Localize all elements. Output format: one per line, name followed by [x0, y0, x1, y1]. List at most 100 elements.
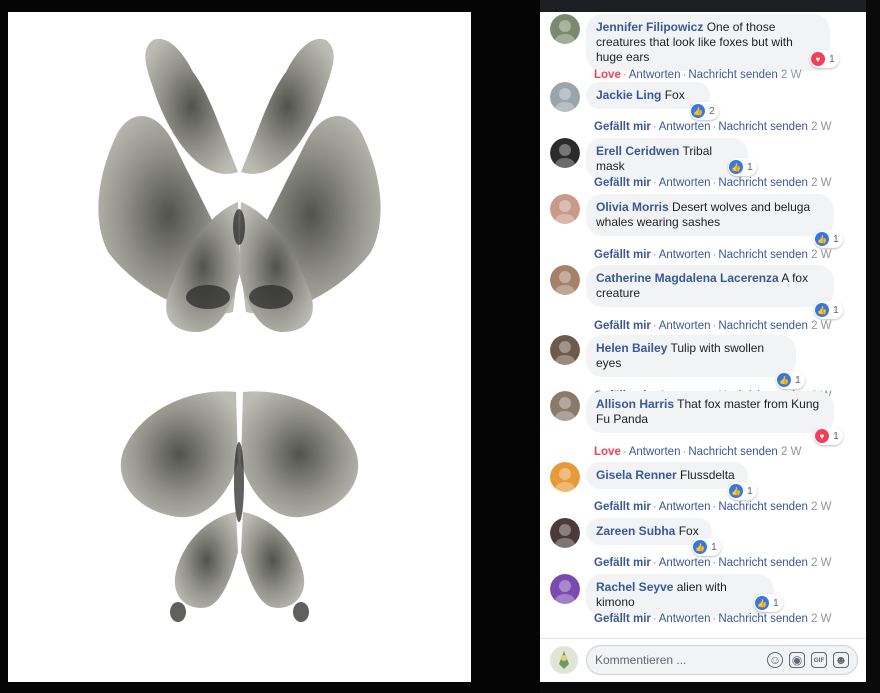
inkblot-image[interactable]: [8, 12, 471, 682]
send-message-button[interactable]: Nachricht senden: [718, 557, 808, 569]
reaction-count-badge[interactable]: ♥ 1: [814, 427, 843, 445]
comment-author-name[interactable]: Allison Harris: [596, 397, 674, 411]
reaction-count: 1: [833, 304, 839, 316]
reply-button[interactable]: Antworten: [659, 501, 711, 513]
reaction-count-badge[interactable]: 👍 1: [754, 594, 783, 612]
separator-dot: ·: [652, 501, 657, 513]
send-message-button[interactable]: Nachricht senden: [718, 501, 808, 513]
comment-actions: Love · Antworten · Nachricht senden 2 W: [594, 69, 801, 81]
comment-author-name[interactable]: Olivia Morris: [596, 200, 669, 214]
comment-author-avatar[interactable]: [550, 518, 580, 548]
thumbs-up-icon: 👍: [729, 484, 743, 498]
comment-author-name[interactable]: Gisela Renner: [596, 468, 677, 482]
like-button[interactable]: Gefällt mir: [594, 557, 651, 569]
comment-author-avatar[interactable]: [550, 138, 580, 168]
reaction-count-badge[interactable]: 👍 1: [692, 538, 721, 556]
scrollbar[interactable]: [862, 12, 866, 638]
comment-author-name[interactable]: Jackie Ling: [596, 88, 661, 102]
comment-timestamp[interactable]: 2 W: [781, 69, 801, 81]
like-button[interactable]: Gefällt mir: [594, 613, 651, 625]
reaction-count-badge[interactable]: ♥ 1: [810, 50, 839, 68]
reply-button[interactable]: Antworten: [659, 613, 711, 625]
separator-dot: ·: [622, 69, 627, 81]
comment-timestamp[interactable]: 2 W: [811, 613, 831, 625]
comment-author-name[interactable]: Rachel Seyve: [596, 580, 673, 594]
separator-dot: ·: [682, 69, 687, 81]
send-message-button[interactable]: Nachricht senden: [688, 69, 778, 81]
comment-author-avatar[interactable]: [550, 265, 580, 295]
current-user-avatar: [550, 646, 578, 674]
separator-dot: ·: [712, 249, 717, 261]
send-message-button[interactable]: Nachricht senden: [688, 446, 778, 458]
reaction-count-badge[interactable]: 👍 1: [776, 371, 805, 389]
comment-author-avatar[interactable]: [550, 391, 580, 421]
composer-tools: ☺ ◉ GIF ☻: [767, 652, 849, 668]
sticker-icon[interactable]: ☻: [833, 652, 849, 668]
comment-input-placeholder: Kommentieren ...: [595, 653, 687, 667]
reaction-count: 1: [829, 53, 835, 65]
camera-icon[interactable]: ◉: [789, 652, 805, 668]
comment-actions: Gefällt mir·Antworten·Nachricht senden 2…: [594, 249, 832, 261]
separator-dot: ·: [652, 121, 657, 133]
comment-author-avatar[interactable]: [550, 194, 580, 224]
comment-timestamp[interactable]: 2 W: [781, 446, 801, 458]
like-button[interactable]: Gefällt mir: [594, 320, 651, 332]
comment-bubble: Helen Bailey Tulip with swollen eyes: [586, 335, 796, 377]
heart-icon: ♥: [811, 52, 825, 66]
like-button[interactable]: Gefällt mir: [594, 501, 651, 513]
like-button[interactable]: Gefällt mir: [594, 121, 651, 133]
separator-dot: ·: [712, 613, 717, 625]
comment-author-name[interactable]: Zareen Subha: [596, 524, 675, 538]
comment-text: Fox: [675, 524, 699, 538]
comment-author-avatar[interactable]: [550, 335, 580, 365]
reaction-count: 1: [747, 161, 753, 173]
separator-dot: ·: [682, 446, 687, 458]
emoji-icon[interactable]: ☺: [767, 652, 783, 668]
reply-button[interactable]: Antworten: [659, 557, 711, 569]
comment-author-name[interactable]: Jennifer Filipowicz: [596, 20, 703, 34]
reply-button[interactable]: Antworten: [659, 177, 711, 189]
send-message-button[interactable]: Nachricht senden: [718, 613, 808, 625]
love-button[interactable]: Love: [594, 69, 621, 81]
separator-dot: ·: [652, 320, 657, 332]
comment-list[interactable]: Jennifer Filipowicz One of those creatur…: [540, 12, 866, 638]
comment-text: Flussdelta: [676, 468, 735, 482]
reply-button[interactable]: Antworten: [659, 249, 711, 261]
reaction-count-badge[interactable]: 👍 1: [728, 482, 757, 500]
separator-dot: ·: [622, 446, 627, 458]
comment-input[interactable]: Kommentieren ... ☺ ◉ GIF ☻: [586, 645, 858, 675]
reaction-count-badge[interactable]: 👍 2: [690, 102, 719, 120]
reply-button[interactable]: Antworten: [659, 121, 711, 133]
comment-timestamp[interactable]: 2 W: [811, 177, 831, 189]
send-message-button[interactable]: Nachricht senden: [718, 121, 808, 133]
comment-timestamp[interactable]: 2 W: [811, 121, 831, 133]
send-message-button[interactable]: Nachricht senden: [718, 177, 808, 189]
comment-author-name[interactable]: Helen Bailey: [596, 341, 667, 355]
comment-timestamp[interactable]: 2 W: [811, 320, 831, 332]
comment-author-name[interactable]: Erell Ceridwen: [596, 144, 679, 158]
like-button[interactable]: Gefällt mir: [594, 177, 651, 189]
gif-icon[interactable]: GIF: [811, 652, 827, 668]
comment-timestamp[interactable]: 2 W: [811, 249, 831, 261]
comment-author-avatar[interactable]: [550, 574, 580, 604]
send-message-button[interactable]: Nachricht senden: [718, 249, 808, 261]
send-message-button[interactable]: Nachricht senden: [718, 320, 808, 332]
reply-button[interactable]: Antworten: [629, 69, 681, 81]
reaction-count-badge[interactable]: 👍 1: [728, 158, 757, 176]
comment-author-name[interactable]: Catherine Magdalena Lacerenza: [596, 271, 779, 285]
reply-button[interactable]: Antworten: [629, 446, 681, 458]
thumbs-up-icon: 👍: [691, 104, 705, 118]
comment-timestamp[interactable]: 2 W: [811, 557, 831, 569]
separator-dot: ·: [652, 557, 657, 569]
comment-author-avatar[interactable]: [550, 82, 580, 112]
comment-author-avatar[interactable]: [550, 462, 580, 492]
reaction-count-badge[interactable]: 👍 1: [814, 230, 843, 248]
thumbs-up-icon: 👍: [815, 232, 829, 246]
reaction-count-badge[interactable]: 👍 1: [814, 301, 843, 319]
reply-button[interactable]: Antworten: [659, 320, 711, 332]
comment-author-avatar[interactable]: [550, 14, 580, 44]
comment-timestamp[interactable]: 2 W: [811, 501, 831, 513]
love-button[interactable]: Love: [594, 446, 621, 458]
like-button[interactable]: Gefällt mir: [594, 249, 651, 261]
comment-actions: Love · Antworten · Nachricht senden 2 W: [594, 446, 801, 458]
